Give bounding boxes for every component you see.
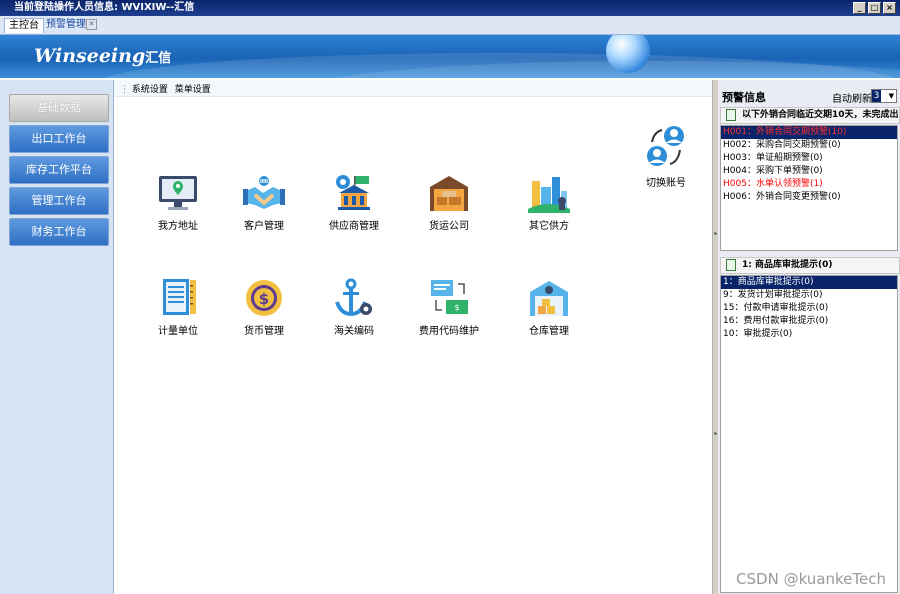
sidebar-item-export-workbench[interactable]: 出口工作台	[9, 125, 109, 153]
switch-account-label: 切换账号	[646, 178, 686, 189]
list-item[interactable]: 15：付款申请审批提示(0)	[721, 302, 897, 315]
module-label: 计量单位	[158, 326, 198, 337]
list-item[interactable]: 10：审批提示(0)	[721, 328, 897, 341]
approval-list: 1：商品库审批提示(0) 9：发货计划审批提示(0) 15：付款申请审批提示(0) 1…	[720, 275, 898, 593]
module-label: 我方地址	[158, 221, 198, 232]
currency-coin-icon: $	[246, 280, 282, 316]
list-item[interactable]: H006：外销合同变更预警(0)	[721, 191, 897, 204]
list-item[interactable]: 1：商品库审批提示(0)	[721, 276, 897, 289]
breadcrumb: ⋮ 系统设置 菜单设置	[114, 80, 712, 97]
warehouse-boxes-icon	[530, 281, 568, 316]
document-icon	[726, 258, 736, 271]
sidebar-item-inventory-platform[interactable]: 库存工作平台	[9, 156, 109, 184]
module-label: 货运公司	[429, 221, 469, 232]
list-item[interactable]: H005：水单认领预警(1)	[721, 178, 897, 191]
city-buildings-icon	[528, 177, 570, 213]
document-icon	[726, 108, 736, 121]
module-label: 其它供方	[529, 221, 569, 232]
window-title-bar: 当前登陆操作人员信息: WVIXIW--汇信 _ □ ×	[0, 0, 900, 16]
handshake-icon	[243, 176, 285, 209]
warehouse-icon	[430, 176, 468, 211]
brand-logo-text: Winseeing	[34, 45, 146, 67]
sidebar: 基础数据 出口工作台 库存工作平台 管理工作台 财务工作台	[0, 80, 114, 594]
warning-section-header: 以下外销合同临近交期10天，未完成出	[720, 107, 900, 124]
tab-warning-management[interactable]: 预警管理	[42, 18, 90, 32]
switch-account-button[interactable]: 切换账号	[623, 124, 709, 189]
svg-text:$: $	[259, 290, 269, 308]
sidebar-item-management-workbench[interactable]: 管理工作台	[9, 187, 109, 215]
warning-list: H001：外销合同交期预警(10) H002：采购合同交期预警(0) H003：单证…	[720, 125, 898, 251]
module-customer-management[interactable]: 客户管理	[221, 173, 307, 232]
list-item[interactable]: 9：发货计划审批提示(0)	[721, 289, 897, 302]
minimize-button[interactable]: _	[853, 2, 866, 14]
module-expense-code-maintenance[interactable]: $ 费用代码维护	[406, 278, 492, 337]
window-title: 当前登陆操作人员信息: WVIXIW--汇信	[14, 2, 195, 13]
module-label: 客户管理	[244, 221, 284, 232]
ruler-document-icon	[163, 279, 196, 315]
module-freight-company[interactable]: 货运公司	[406, 173, 492, 232]
module-label: 费用代码维护	[419, 326, 479, 337]
module-label: 货币管理	[244, 326, 284, 337]
expense-code-icon: $	[431, 280, 468, 314]
close-button[interactable]: ×	[883, 2, 896, 14]
anchor-gear-icon	[335, 278, 372, 317]
list-item[interactable]: H004：采购下单预警(0)	[721, 165, 897, 178]
main-content: ⋮ 系统设置 菜单设置 切换账号 我方地址 客户管理 供应商管理 货运公司 其它…	[114, 80, 712, 594]
list-item[interactable]: 16：费用付款审批提示(0)	[721, 315, 897, 328]
breadcrumb-system-settings[interactable]: 系统设置	[132, 85, 168, 95]
brand-logo-cn: 汇信	[145, 51, 172, 66]
module-other-suppliers[interactable]: 其它供方	[506, 173, 592, 232]
module-warehouse-management[interactable]: 仓库管理	[506, 278, 592, 337]
breadcrumb-menu-settings[interactable]: 菜单设置	[175, 85, 211, 95]
auto-refresh-label: 自动刷新	[832, 94, 872, 105]
sidebar-item-basic-data[interactable]: 基础数据	[9, 94, 109, 122]
list-item[interactable]: H003：单证船期预警(0)	[721, 152, 897, 165]
warning-section-title: 以下外销合同临近交期10天，未完成出	[742, 110, 899, 120]
svg-text:$: $	[454, 303, 459, 312]
module-currency-management[interactable]: $ 货币管理	[221, 278, 307, 337]
warning-panel: 预警信息 自动刷新 3 ▼ 以下外销合同临近交期10天，未完成出 H001：外销…	[718, 80, 900, 594]
brand-logo: Winseeing汇信	[34, 45, 171, 67]
header-banner: Winseeing汇信	[0, 35, 900, 78]
breadcrumb-items: ⋮ 系统设置 菜单设置	[120, 85, 211, 95]
module-customs-code[interactable]: 海关编码	[311, 278, 397, 337]
warning-panel-title: 预警信息	[722, 91, 766, 104]
tab-bar: 主控台 预警管理 ✕	[0, 16, 900, 35]
monitor-location-icon	[159, 176, 197, 210]
module-supplier-management[interactable]: 供应商管理	[311, 173, 397, 232]
module-label: 海关编码	[334, 326, 374, 337]
module-label: 仓库管理	[529, 326, 569, 337]
module-label: 供应商管理	[329, 221, 379, 232]
auto-refresh-select[interactable]: 3 ▼	[871, 89, 897, 103]
list-item[interactable]: H001：外销合同交期预警(10)	[721, 126, 897, 139]
auto-refresh-value: 3	[872, 90, 881, 102]
watermark: CSDN @kuankeTech	[736, 570, 886, 588]
maximize-button[interactable]: □	[868, 2, 881, 14]
sidebar-item-finance-workbench[interactable]: 财务工作台	[9, 218, 109, 246]
approval-section-title: 1: 商品库审批提示(0)	[742, 260, 833, 270]
warning-panel-header: 预警信息 自动刷新 3 ▼	[718, 86, 900, 105]
tab-main-console[interactable]: 主控台	[4, 18, 44, 33]
supplier-building-icon	[336, 175, 370, 210]
window-controls: _ □ ×	[853, 2, 896, 14]
list-item[interactable]: H002：采购合同交期预警(0)	[721, 139, 897, 152]
chevron-down-icon: ▼	[888, 92, 894, 100]
module-unit-of-measure[interactable]: 计量单位	[135, 278, 221, 337]
module-our-address[interactable]: 我方地址	[135, 173, 221, 232]
close-tab-icon[interactable]: ✕	[86, 19, 97, 30]
switch-account-icon	[647, 126, 684, 166]
approval-section-header: 1: 商品库审批提示(0)	[720, 257, 900, 274]
